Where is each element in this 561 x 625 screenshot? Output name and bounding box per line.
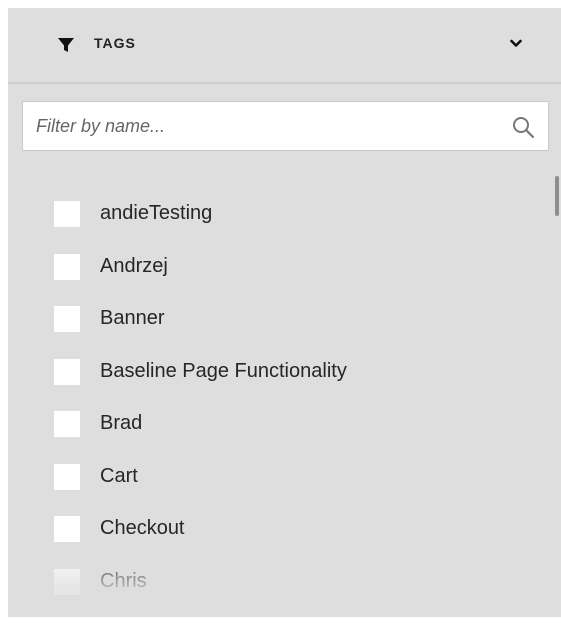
list-item[interactable]: andieTesting [8, 188, 548, 241]
tag-checkbox[interactable] [54, 568, 80, 595]
filter-icon [58, 38, 74, 52]
tag-label: Chris [100, 569, 147, 592]
tag-label: Brad [100, 412, 143, 434]
tags-filter-panel: TAGS andieTesting Andrzej Banner Baselin… [8, 8, 561, 617]
tag-checkbox[interactable] [54, 201, 80, 227]
tag-label: andieTesting [100, 202, 213, 224]
section-title: TAGS [94, 35, 136, 51]
list-item[interactable]: Chris [8, 556, 548, 609]
tag-label: Andrzej [100, 254, 168, 277]
tag-list: andieTesting Andrzej Banner Baseline Pag… [8, 188, 548, 608]
search-box [22, 101, 549, 151]
tag-checkbox[interactable] [54, 516, 80, 542]
tag-label: Checkout [100, 517, 185, 539]
scrollbar-thumb[interactable] [555, 176, 559, 216]
tag-checkbox[interactable] [54, 306, 80, 332]
tag-checkbox[interactable] [54, 253, 80, 280]
list-item[interactable]: Baseline Page Functionality [8, 346, 548, 399]
search-icon[interactable] [511, 115, 535, 139]
list-item[interactable]: Banner [8, 293, 548, 346]
list-item[interactable]: Checkout [8, 503, 548, 556]
tag-label: Baseline Page Functionality [100, 359, 347, 382]
tag-checkbox[interactable] [54, 463, 80, 490]
chevron-down-icon[interactable] [510, 39, 522, 49]
filter-by-name-input[interactable] [36, 102, 496, 150]
tag-label: Cart [100, 464, 138, 487]
list-item[interactable]: Andrzej [8, 241, 548, 294]
list-item[interactable]: Cart [8, 451, 548, 504]
tag-checkbox[interactable] [54, 411, 80, 437]
tags-section-header[interactable]: TAGS [8, 8, 561, 84]
tag-checkbox[interactable] [54, 358, 80, 385]
tag-label: Banner [100, 307, 165, 329]
list-item[interactable]: Brad [8, 398, 548, 451]
